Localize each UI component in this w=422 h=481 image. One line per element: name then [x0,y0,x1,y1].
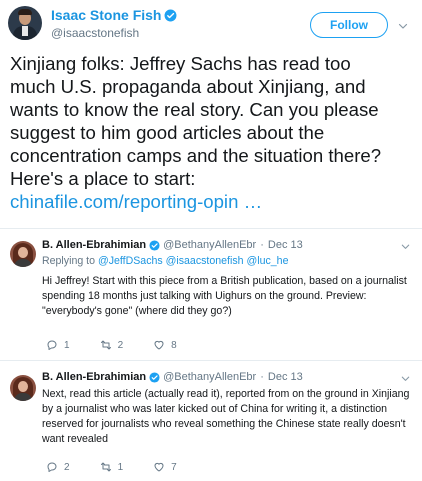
reply-text-line: Hi Jeffrey! Start with this piece from a… [42,275,407,287]
reply-button[interactable]: 2 [46,461,70,473]
avatar[interactable] [8,6,42,40]
mention-link[interactable]: @luc_he [246,255,288,267]
reply-handle[interactable]: @BethanyAllenEbr [163,239,256,251]
replying-to: Replying to @JeffDSachs @isaacstonefish … [42,255,288,267]
tweet-text-line: Here's a place to start: [10,168,196,189]
mention-link[interactable]: @JeffDSachs [98,255,163,267]
reply-header: B. Allen-Ebrahimian @BethanyAllenEbr · D… [42,371,303,383]
reply-text: Hi Jeffrey! Start with this piece from a… [42,274,417,319]
tweet-link[interactable]: chinafile.com/reporting-opin … [10,191,262,212]
separator-dot: · [260,239,264,251]
tweet-actions: 2 1 7 [46,461,177,473]
main-tweet: Isaac Stone Fish @isaacstonefish Follow … [0,0,422,228]
tweet-text-line: wants to know the real story. Can you pl… [10,99,379,120]
reply-text-line: want revealed [42,433,108,445]
heart-icon [154,340,164,350]
verified-badge-icon [149,239,160,251]
author-display-name[interactable]: Isaac Stone Fish [51,7,161,23]
verified-badge-icon [149,371,160,383]
tweet-text-line: Xinjiang folks: Jeffrey Sachs has read t… [10,53,351,74]
retweet-button[interactable]: 1 [100,461,124,473]
tweet-text-line: suggest to him good articles about the [10,122,325,143]
chevron-down-icon[interactable] [397,20,409,32]
reply-text-line: reserved for journalists who reveal some… [42,418,406,430]
reply-display-name[interactable]: B. Allen-Ebrahimian [42,371,146,383]
reply-text-line: Next, read this article (actually read i… [42,388,410,400]
verified-badge-icon [165,9,177,21]
reply-handle[interactable]: @BethanyAllenEbr [163,371,256,383]
retweet-count: 2 [117,339,124,351]
like-count: 7 [171,461,177,473]
reply-button[interactable]: 1 [46,339,70,351]
reply-icon [47,462,57,472]
tweet-text-line: concentration camps and the situation th… [10,145,382,166]
heart-icon [154,462,164,472]
tweet-text-line: much U.S. propaganda about Xinjiang, and [10,76,366,97]
reply-tweet[interactable]: B. Allen-Ebrahimian @BethanyAllenEbr · D… [0,229,422,360]
author-handle[interactable]: @isaacstonefish [51,26,139,40]
tweet-actions: 1 2 8 [46,339,177,351]
reply-count: 2 [64,461,70,473]
reply-date[interactable]: Dec 13 [268,239,303,251]
like-button[interactable]: 7 [153,461,177,473]
separator-dot: · [260,371,264,383]
retweet-button[interactable]: 2 [100,339,124,351]
reply-text-line: by a journalist who was later kicked out… [42,403,388,415]
reply-header: B. Allen-Ebrahimian @BethanyAllenEbr · D… [42,239,303,251]
avatar[interactable] [10,375,36,401]
reply-text-line: spending 18 months just talking with Uig… [42,290,367,302]
reply-count: 1 [64,339,70,351]
replying-to-label: Replying to [42,255,95,267]
reply-text: Next, read this article (actually read i… [42,387,417,447]
tweet-text: Xinjiang folks: Jeffrey Sachs has read t… [10,52,420,213]
retweet-count: 1 [117,461,124,473]
reply-date[interactable]: Dec 13 [268,371,303,383]
like-count: 8 [171,339,177,351]
avatar[interactable] [10,241,36,267]
like-button[interactable]: 8 [153,339,177,351]
follow-button[interactable]: Follow [310,12,388,38]
reply-text-line: "everybody's gone" (where did they go?) [42,305,232,317]
mention-link[interactable]: @isaacstonefish [166,255,244,267]
retweet-icon [100,462,111,472]
chevron-down-icon[interactable] [400,241,411,252]
author-name-row: Isaac Stone Fish [51,7,177,23]
reply-tweet[interactable]: B. Allen-Ebrahimian @BethanyAllenEbr · D… [0,361,422,481]
reply-display-name[interactable]: B. Allen-Ebrahimian [42,239,146,251]
retweet-icon [100,340,111,350]
reply-icon [47,340,57,350]
chevron-down-icon[interactable] [400,373,411,384]
